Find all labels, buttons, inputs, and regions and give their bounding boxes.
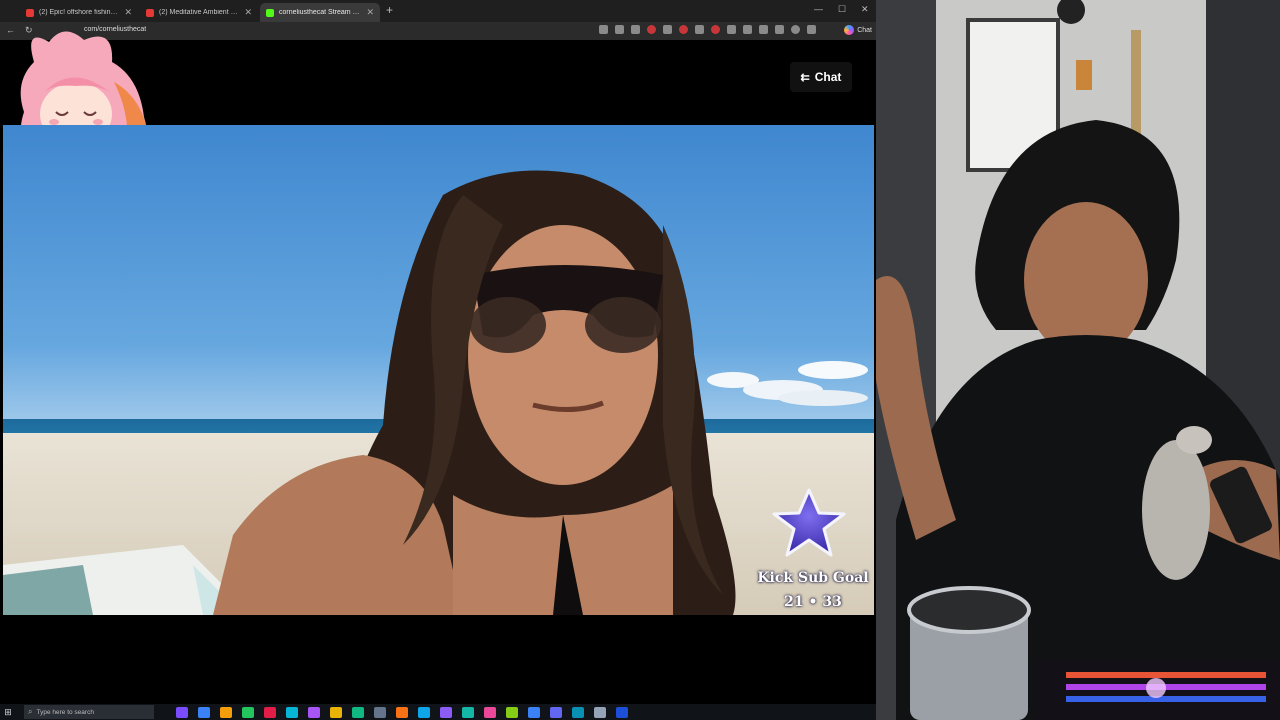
- taskbar-app-icon[interactable]: [440, 706, 452, 718]
- taskbar-search-box[interactable]: ⌕ Type here to search: [24, 705, 154, 719]
- taskbar-app-icon[interactable]: [462, 706, 474, 718]
- search-placeholder: Type here to search: [36, 708, 94, 716]
- zoom-icon[interactable]: [599, 25, 608, 34]
- extension-icon[interactable]: [663, 25, 672, 34]
- puzzle-icon[interactable]: [743, 25, 752, 34]
- taskbar-apps: [176, 706, 628, 718]
- taskbar-app-icon[interactable]: [264, 706, 276, 718]
- stream-video[interactable]: Kick Sub Goal 21 • 33: [3, 125, 874, 615]
- taskbar-app-icon[interactable]: [176, 706, 188, 718]
- taskbar-app-icon[interactable]: [572, 706, 584, 718]
- taskbar-app-icon[interactable]: [330, 706, 342, 718]
- tab-label: (2) Epic! offshore fishing with ber: [39, 9, 119, 16]
- youtube-icon: [26, 8, 34, 17]
- webcam-feed: [876, 0, 1280, 720]
- windows-start-icon[interactable]: ⊞: [0, 704, 16, 720]
- taskbar-app-icon[interactable]: [308, 706, 320, 718]
- taskbar-app-icon[interactable]: [198, 706, 210, 718]
- close-tab-icon[interactable]: ✕: [366, 7, 374, 18]
- toolbar-icons: [599, 25, 816, 34]
- windows-taskbar: ⊞ ⌕ Type here to search: [0, 704, 876, 720]
- tab-label: (2) Meditative Ambient Club Tech: [159, 9, 239, 16]
- star-icon: [772, 488, 846, 557]
- sub-goal-count: 21 • 33: [784, 594, 842, 610]
- copilot-label: Chat: [857, 26, 872, 34]
- taskbar-app-icon[interactable]: [396, 706, 408, 718]
- minimize-icon[interactable]: —: [814, 4, 823, 14]
- close-window-icon[interactable]: ✕: [861, 4, 869, 15]
- taskbar-app-icon[interactable]: [528, 706, 540, 718]
- close-tab-icon[interactable]: ✕: [124, 7, 132, 18]
- favorite-star-icon[interactable]: [631, 25, 640, 34]
- maximize-icon[interactable]: ☐: [838, 4, 846, 15]
- taskbar-app-icon[interactable]: [506, 706, 518, 718]
- favorites-icon[interactable]: [759, 25, 768, 34]
- streamer-on-beach: [213, 170, 736, 615]
- avatar[interactable]: [791, 25, 800, 34]
- copilot-icon: [844, 25, 855, 35]
- taskbar-app-icon[interactable]: [550, 706, 562, 718]
- new-tab-button[interactable]: +: [386, 3, 393, 17]
- collections-icon[interactable]: [775, 25, 784, 34]
- tab-label: corneliusthecat Stream - Wat: [279, 9, 362, 16]
- youtube-icon: [146, 8, 154, 17]
- extension-icon[interactable]: [647, 25, 656, 34]
- extension-icon[interactable]: [727, 25, 736, 34]
- copilot-chat-button[interactable]: Chat: [844, 25, 872, 35]
- extension-icon[interactable]: [695, 25, 704, 34]
- tab-fishing-video[interactable]: (2) Epic! offshore fishing with ber ✕: [20, 3, 138, 22]
- chat-button-label: Chat: [814, 70, 842, 84]
- sub-goal-title: Kick Sub Goal: [757, 570, 869, 586]
- search-icon: ⌕: [28, 707, 33, 716]
- collapse-left-icon: ⇇: [800, 71, 810, 84]
- taskbar-app-icon[interactable]: [616, 706, 628, 718]
- taskbar-app-icon[interactable]: [374, 706, 386, 718]
- taskbar-app-icon[interactable]: [242, 706, 254, 718]
- tab-kick-stream[interactable]: corneliusthecat Stream - Wat ✕: [260, 3, 380, 22]
- extension-icon[interactable]: [711, 25, 720, 34]
- taskbar-app-icon[interactable]: [594, 706, 606, 718]
- taskbar-app-icon[interactable]: [484, 706, 496, 718]
- browser-window: (2) Epic! offshore fishing with ber ✕ (2…: [0, 0, 876, 704]
- taskbar-app-icon[interactable]: [220, 706, 232, 718]
- kick-icon: [266, 8, 274, 17]
- taskbar-app-icon[interactable]: [418, 706, 430, 718]
- tab-ambient-music[interactable]: (2) Meditative Ambient Club Tech ✕: [140, 3, 258, 22]
- close-tab-icon[interactable]: ✕: [244, 7, 252, 18]
- more-icon[interactable]: [807, 25, 816, 34]
- taskbar-app-icon[interactable]: [352, 706, 364, 718]
- toggle-chat-button[interactable]: ⇇ Chat: [790, 62, 852, 92]
- tab-strip: (2) Epic! offshore fishing with ber ✕ (2…: [0, 0, 876, 22]
- taskbar-app-icon[interactable]: [286, 706, 298, 718]
- read-aloud-icon[interactable]: [615, 25, 624, 34]
- screen: (2) Epic! offshore fishing with ber ✕ (2…: [0, 0, 1280, 720]
- extension-icon[interactable]: [679, 25, 688, 34]
